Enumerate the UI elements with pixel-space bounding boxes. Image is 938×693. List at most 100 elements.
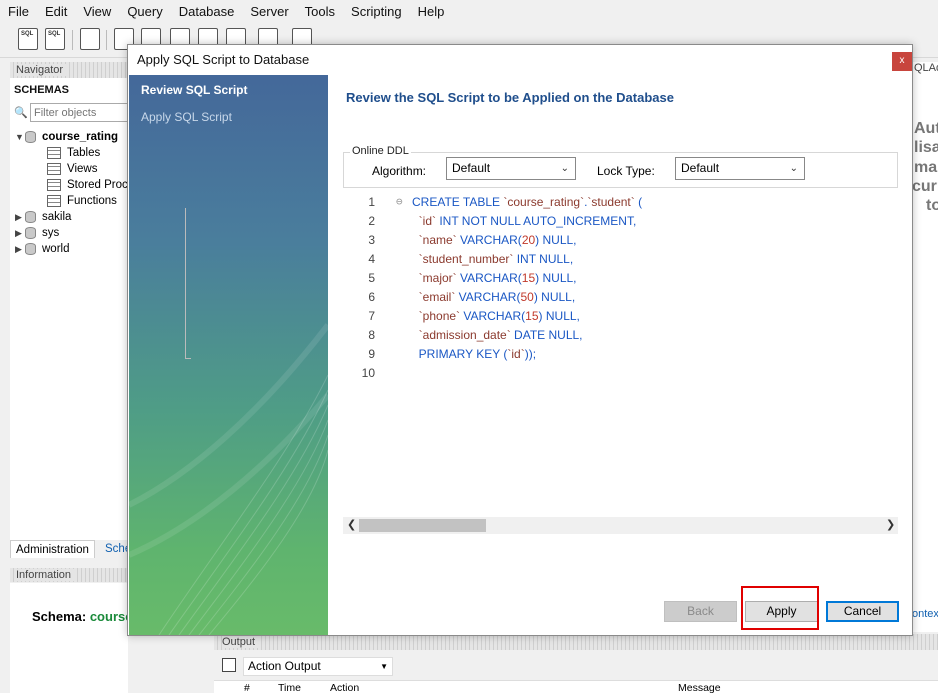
right-pane-text: to	[926, 197, 938, 214]
number-token: 15	[521, 271, 536, 285]
schemas-label: SCHEMAS	[14, 84, 70, 96]
line-number: 10	[361, 366, 375, 380]
menu-database[interactable]: Database	[171, 4, 243, 19]
new-sql-tab-icon[interactable]: SQL	[18, 28, 38, 50]
information-panel	[10, 583, 128, 693]
identifier-token: `major`	[418, 271, 457, 285]
keyword-token: VARCHAR(	[456, 233, 522, 247]
dialog-heading: Review the SQL Script to be Applied on t…	[346, 90, 674, 105]
context-help-link[interactable]: ontext	[912, 608, 938, 620]
algorithm-label: Algorithm:	[372, 164, 427, 178]
menu-view[interactable]: View	[75, 4, 119, 19]
copy-icon[interactable]	[222, 658, 236, 672]
identifier-token: `phone`	[418, 309, 461, 323]
identifier-token: `admission_date`	[418, 328, 511, 342]
identifier-token: `student`	[587, 195, 635, 209]
database-icon	[25, 227, 36, 239]
number-token: 50	[520, 290, 534, 304]
tree-tables[interactable]: Tables	[47, 145, 100, 161]
tree-functions[interactable]: Functions	[47, 193, 117, 209]
inspector-icon[interactable]	[80, 28, 100, 50]
code-text: `id` INT NOT NULL AUTO_INCREMENT,	[412, 214, 637, 228]
horizontal-scrollbar[interactable]: ❮ ❯	[343, 517, 898, 534]
keyword-token: ) NULL,	[533, 290, 576, 304]
tree-stored-procedures[interactable]: Stored Proce	[47, 177, 134, 193]
expanded-arrow-icon[interactable]: ▼	[15, 132, 25, 142]
view-icon	[47, 163, 61, 175]
open-sql-file-icon[interactable]: SQL	[45, 28, 65, 50]
keyword-token: CREATE TABLE	[412, 195, 504, 209]
output-column-headers: # Time Action Message	[214, 680, 938, 693]
menu-server[interactable]: Server	[242, 4, 296, 19]
scroll-right-icon[interactable]: ❯	[886, 518, 895, 531]
code-text: PRIMARY KEY (`id`));	[412, 347, 536, 361]
lock-type-select[interactable]: Default ⌄	[675, 157, 805, 180]
schema-info: Schema: course_	[32, 609, 140, 624]
database-icon	[25, 131, 36, 143]
keyword-token: ) NULL,	[535, 271, 577, 285]
col-action[interactable]: Action	[330, 682, 359, 693]
identifier-token: `email`	[418, 290, 456, 304]
menu-tools[interactable]: Tools	[297, 4, 343, 19]
right-pane-text: ma	[914, 159, 938, 176]
scrollbar-thumb[interactable]	[359, 519, 486, 532]
keyword-token: (	[634, 195, 643, 209]
identifier-token: `id`	[418, 214, 437, 228]
line-number: 1	[368, 195, 375, 209]
menu-help[interactable]: Help	[410, 4, 453, 19]
close-button[interactable]: x	[892, 52, 912, 71]
keyword-token	[412, 252, 419, 266]
apply-sql-script-dialog: Apply SQL Script to Database x Review SQ…	[127, 44, 913, 636]
code-line: 10	[343, 366, 898, 385]
dialog-title-bar: Apply SQL Script to Database x	[128, 45, 912, 75]
algorithm-select[interactable]: Default ⌄	[446, 157, 576, 180]
filter-objects-input[interactable]	[30, 103, 130, 122]
tree-views[interactable]: Views	[47, 161, 97, 177]
output-type-select[interactable]: Action Output ▼	[243, 657, 393, 676]
keyword-token	[412, 309, 419, 323]
tree-schema-course-rating[interactable]: ▼ course_rating	[15, 129, 118, 145]
collapsed-arrow-icon[interactable]: ▶	[15, 212, 25, 223]
back-button[interactable]: Back	[664, 601, 737, 622]
keyword-token: INT NOT NULL AUTO_INCREMENT,	[436, 214, 637, 228]
keyword-token: PRIMARY KEY (	[412, 347, 508, 361]
code-line: 8 `admission_date` DATE NULL,	[343, 328, 898, 347]
sql-additions-tab[interactable]: QLAdd	[914, 62, 938, 74]
code-text: `name` VARCHAR(20) NULL,	[412, 233, 577, 247]
code-text: `admission_date` DATE NULL,	[412, 328, 583, 342]
line-number: 2	[368, 214, 375, 228]
keyword-token: INT NULL,	[513, 252, 574, 266]
line-number: 4	[368, 252, 375, 266]
collapsed-arrow-icon[interactable]: ▶	[15, 228, 25, 239]
lock-type-label: Lock Type:	[597, 164, 655, 178]
menu-scripting[interactable]: Scripting	[343, 4, 410, 19]
toolbar-separator	[106, 30, 107, 50]
tab-administration[interactable]: Administration	[10, 540, 95, 558]
menu-query[interactable]: Query	[119, 4, 170, 19]
code-text: `email` VARCHAR(50) NULL,	[412, 290, 576, 304]
line-number: 3	[368, 233, 375, 247]
collapsed-arrow-icon[interactable]: ▶	[15, 244, 25, 255]
tree-schema-sakila[interactable]: ▶ sakila	[15, 209, 71, 225]
fold-guide-line	[185, 208, 186, 358]
tree-schema-sys[interactable]: ▶ sys	[15, 225, 59, 241]
procedure-icon	[47, 179, 61, 191]
sql-script-editor[interactable]: ⊖ 1 CREATE TABLE `course_rating`.`student…	[343, 195, 898, 515]
search-icon: 🔍	[14, 107, 28, 119]
apply-button-highlight	[741, 586, 819, 630]
col-number[interactable]: #	[244, 682, 250, 693]
line-number: 7	[368, 309, 375, 323]
database-icon	[25, 243, 36, 255]
menu-edit[interactable]: Edit	[37, 4, 75, 19]
scroll-left-icon[interactable]: ❮	[347, 518, 356, 531]
keyword-token	[412, 328, 419, 342]
keyword-token: VARCHAR(	[456, 271, 522, 285]
menu-bar: File Edit View Query Database Server Too…	[0, 0, 938, 22]
tree-schema-world[interactable]: ▶ world	[15, 241, 69, 257]
cancel-button[interactable]: Cancel	[826, 601, 899, 622]
col-message[interactable]: Message	[678, 682, 721, 693]
number-token: 15	[525, 309, 539, 323]
col-time[interactable]: Time	[278, 682, 301, 693]
menu-file[interactable]: File	[0, 4, 37, 19]
keyword-token: VARCHAR(	[460, 309, 526, 323]
